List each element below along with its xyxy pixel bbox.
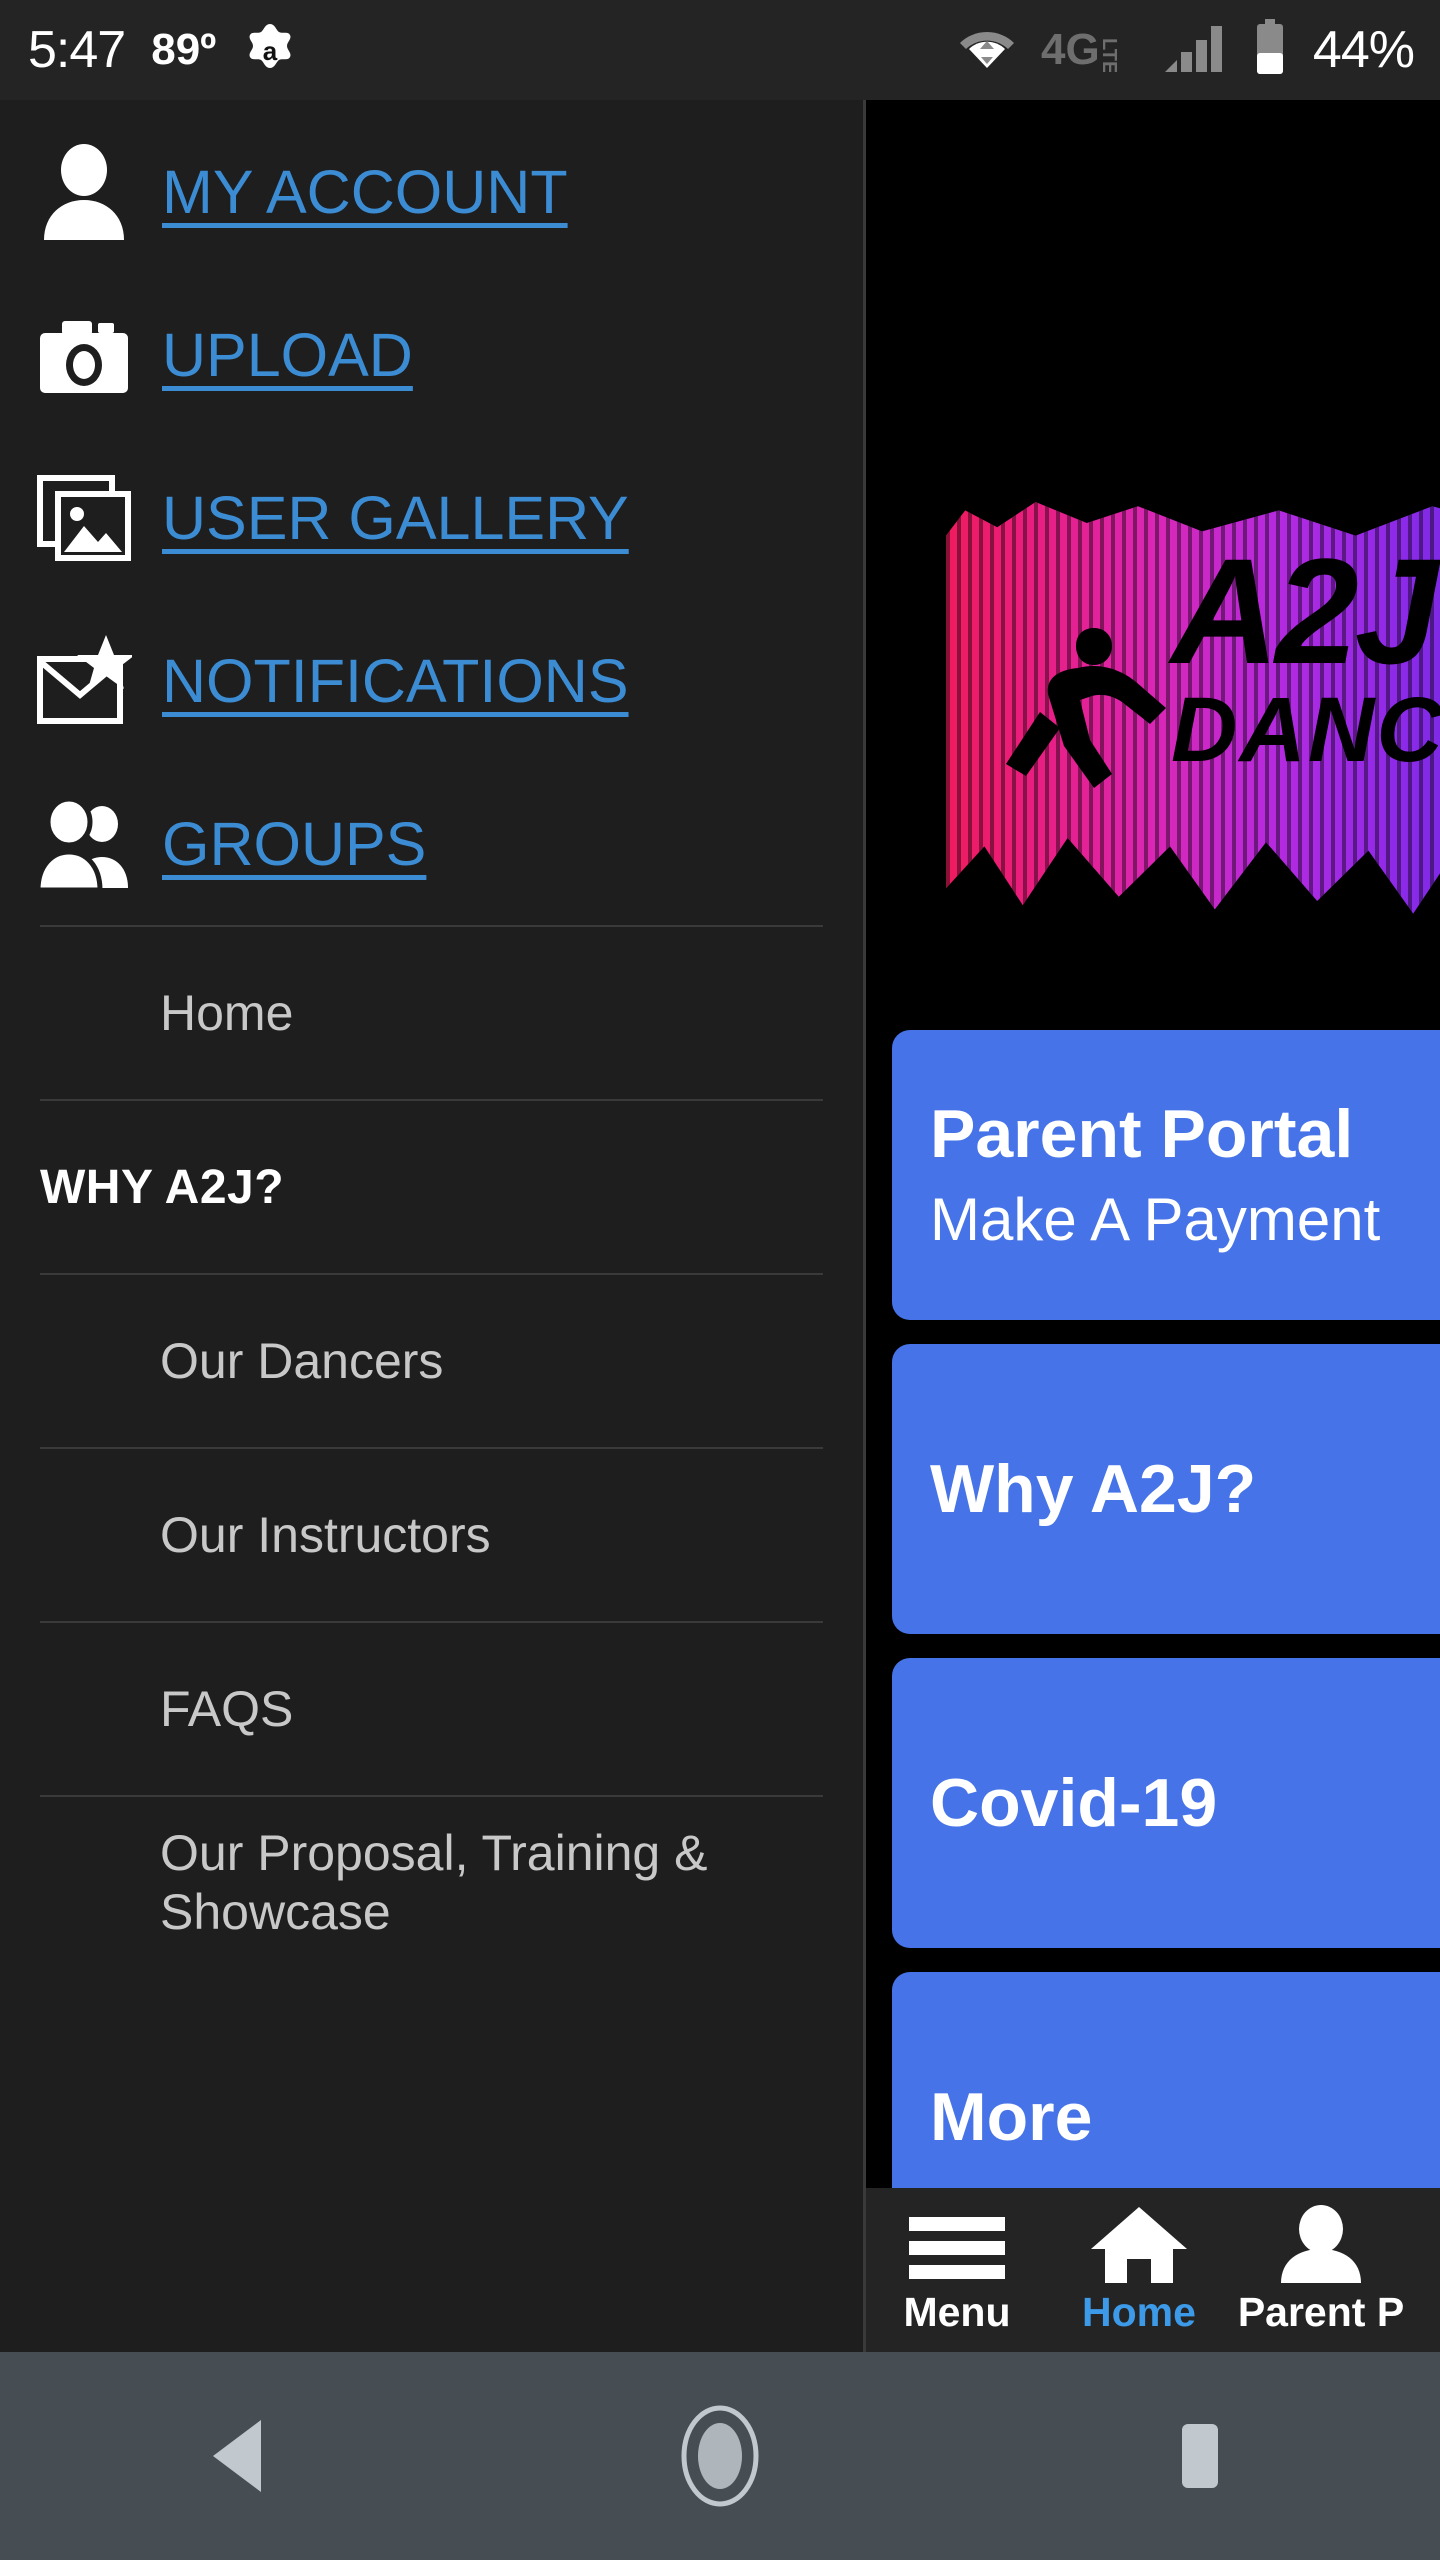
person-icon bbox=[36, 143, 132, 240]
sidebar-label: GROUPS bbox=[162, 809, 427, 878]
dancer-silhouette-icon bbox=[1006, 628, 1166, 788]
bottom-nav-home[interactable]: Home bbox=[1048, 2205, 1230, 2336]
hamburger-icon bbox=[907, 2205, 1007, 2283]
sidebar-item-my-account[interactable]: MY ACCOUNT bbox=[0, 110, 863, 273]
signal-bars-icon bbox=[1163, 22, 1227, 79]
recents-square-icon bbox=[1182, 2424, 1218, 2488]
network-type-icon: 4G LTE bbox=[1041, 24, 1137, 77]
envelope-star-icon bbox=[36, 633, 132, 729]
svg-text:a: a bbox=[263, 36, 278, 66]
sidebar-item-our-instructors[interactable]: Our Instructors bbox=[0, 1449, 863, 1621]
sidebar-item-faqs[interactable]: FAQS bbox=[0, 1623, 863, 1795]
sidebar-label: Our Dancers bbox=[160, 1332, 444, 1389]
sidebar-label: UPLOAD bbox=[162, 320, 413, 389]
camera-icon bbox=[36, 307, 132, 403]
drawer-main-links: MY ACCOUNT UPLOAD USER GALLERY NOTIFICAT… bbox=[0, 100, 863, 925]
bottom-nav-parent-portal[interactable]: Parent P bbox=[1230, 2204, 1412, 2336]
logo-line-2: DANCE bbox=[1171, 679, 1440, 781]
status-bar-left: 5:47 89º a bbox=[0, 20, 298, 80]
card-subtitle: Make A Payment bbox=[930, 1186, 1381, 1254]
status-temperature: 89º bbox=[151, 25, 217, 74]
android-home-button[interactable] bbox=[620, 2352, 820, 2560]
sidebar-label: NOTIFICATIONS bbox=[162, 646, 629, 715]
card-parent-portal[interactable]: Parent Portal Make A Payment bbox=[892, 1030, 1440, 1320]
status-time: 5:47 bbox=[28, 21, 126, 79]
drawer-section-heading: WHY A2J? bbox=[0, 1101, 863, 1273]
gallery-icon bbox=[36, 470, 132, 566]
svg-text:LTE: LTE bbox=[1098, 38, 1120, 72]
bottom-nav-label: Home bbox=[1082, 2288, 1196, 2335]
people-icon bbox=[36, 796, 132, 892]
house-icon bbox=[1089, 2205, 1189, 2283]
bottom-nav-label: Menu bbox=[903, 2288, 1011, 2335]
sidebar-label: MY ACCOUNT bbox=[162, 157, 568, 226]
sidebar-item-home[interactable]: Home bbox=[0, 927, 863, 1099]
svg-text:4G: 4G bbox=[1041, 25, 1100, 72]
sidebar-item-upload[interactable]: UPLOAD bbox=[0, 273, 863, 436]
card-title: Parent Portal bbox=[930, 1095, 1354, 1172]
battery-percent: 44% bbox=[1312, 21, 1415, 79]
bottom-navigation-bar: Menu Home Parent P bbox=[866, 2188, 1440, 2352]
sidebar-label: Our Instructors bbox=[160, 1506, 491, 1563]
android-navigation-bar bbox=[0, 2352, 1440, 2560]
bottom-nav-label: Parent P bbox=[1237, 2288, 1405, 2335]
sidebar-item-our-proposal-training-showcase[interactable]: Our Proposal, Training & Showcase bbox=[0, 1797, 863, 1969]
android-recents-button[interactable] bbox=[1100, 2352, 1300, 2560]
person-icon bbox=[1271, 2204, 1371, 2283]
a2j-dance-logo: A2J DANCE bbox=[946, 502, 1440, 922]
battery-icon bbox=[1253, 18, 1287, 82]
sidebar-item-user-gallery[interactable]: USER GALLERY bbox=[0, 436, 863, 599]
avast-icon: a bbox=[242, 22, 298, 78]
card-covid-19[interactable]: Covid-19 bbox=[892, 1658, 1440, 1948]
logo-line-1: A2J bbox=[1171, 527, 1438, 695]
card-why-a2j[interactable]: Why A2J? bbox=[892, 1344, 1440, 1634]
android-back-button[interactable] bbox=[140, 2352, 340, 2560]
bottom-nav-menu[interactable]: Menu bbox=[866, 2205, 1048, 2336]
navigation-drawer: MY ACCOUNT UPLOAD USER GALLERY NOTIFICAT… bbox=[0, 100, 866, 2352]
card-title: More bbox=[930, 2078, 1093, 2155]
section-heading-label: WHY A2J? bbox=[40, 1160, 285, 1214]
sidebar-item-groups[interactable]: GROUPS bbox=[0, 762, 863, 925]
logo-wordmark: A2J DANCE bbox=[1171, 536, 1440, 781]
main-content: A2J DANCE Parent Portal Make A Payment W… bbox=[866, 100, 1440, 2352]
sidebar-label: Our Proposal, Training & Showcase bbox=[160, 1825, 708, 1940]
sidebar-label: FAQS bbox=[160, 1680, 294, 1737]
back-triangle-icon bbox=[213, 2420, 261, 2492]
sidebar-label: Home bbox=[160, 984, 294, 1041]
home-circle-icon bbox=[681, 2405, 759, 2507]
card-title: Covid-19 bbox=[930, 1764, 1218, 1841]
status-bar-right: 4G LTE 4G LTE 44% bbox=[959, 18, 1440, 82]
sidebar-label: USER GALLERY bbox=[162, 483, 629, 552]
wifi-icon bbox=[959, 26, 1015, 75]
hero-banner: A2J DANCE bbox=[866, 222, 1440, 997]
sidebar-item-our-dancers[interactable]: Our Dancers bbox=[0, 1275, 863, 1447]
card-title: Why A2J? bbox=[930, 1450, 1257, 1527]
status-bar: 5:47 89º a 4G LTE 4G LTE bbox=[0, 0, 1440, 100]
sidebar-item-notifications[interactable]: NOTIFICATIONS bbox=[0, 599, 863, 762]
card-list: Parent Portal Make A Payment Why A2J? Co… bbox=[866, 1030, 1440, 2352]
